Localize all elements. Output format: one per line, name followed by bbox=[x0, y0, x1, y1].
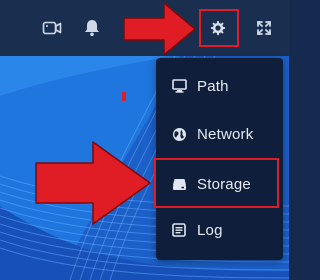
menu-item-path[interactable]: Path bbox=[156, 60, 283, 112]
fullscreen-icon[interactable] bbox=[251, 15, 277, 41]
menu-item-network[interactable]: Network bbox=[156, 108, 283, 160]
menu-item-log-label: Log bbox=[197, 221, 223, 239]
camera-icon[interactable] bbox=[39, 15, 65, 41]
globe-icon bbox=[171, 126, 187, 142]
settings-highlight-box bbox=[199, 9, 239, 47]
arrow-to-storage-item bbox=[35, 141, 151, 225]
log-icon bbox=[171, 222, 187, 238]
menu-item-path-label: Path bbox=[197, 77, 229, 95]
menu-item-network-label: Network bbox=[197, 125, 254, 143]
arrow-to-settings-icon bbox=[123, 2, 196, 56]
storage-highlight-box bbox=[154, 158, 279, 208]
menu-item-log[interactable]: Log bbox=[156, 204, 283, 256]
bell-icon[interactable] bbox=[79, 15, 105, 41]
monitor-icon bbox=[171, 78, 187, 94]
